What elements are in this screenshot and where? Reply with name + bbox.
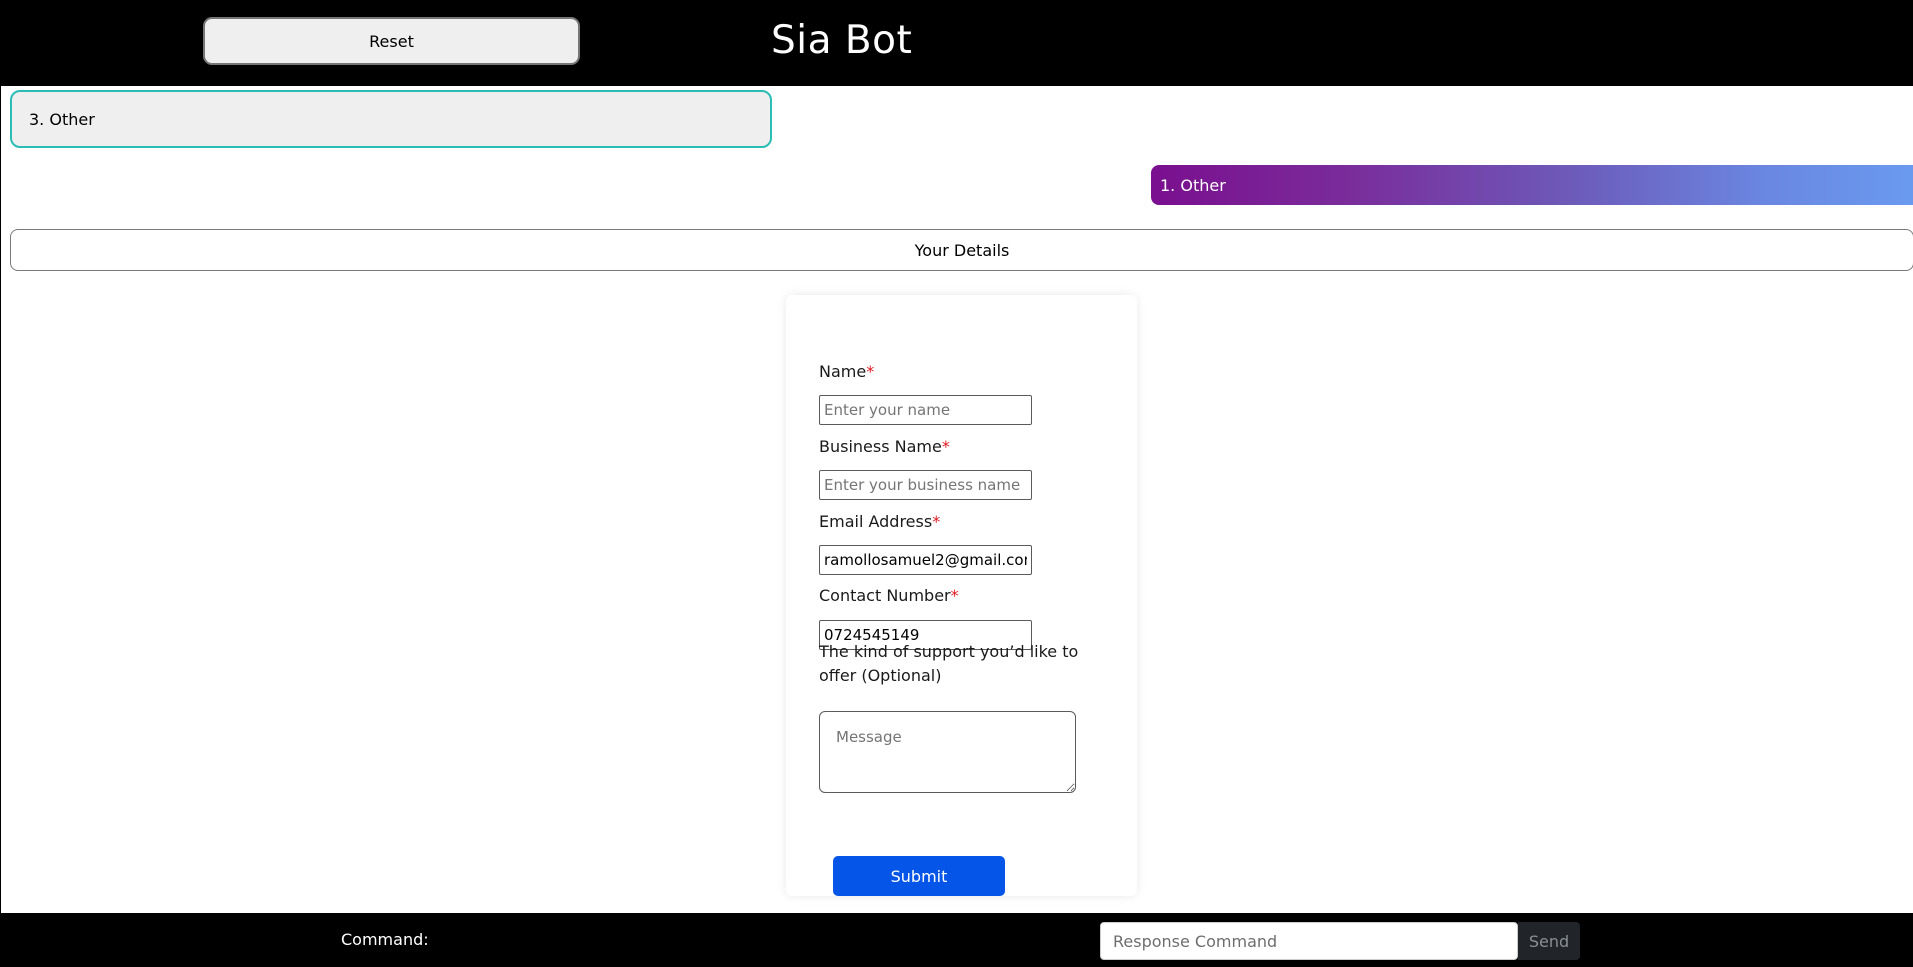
contact-number-label-text: Contact Number bbox=[819, 586, 951, 605]
submit-button[interactable]: Submit bbox=[833, 856, 1005, 896]
support-label: The kind of support you’d like to offer … bbox=[819, 642, 1079, 685]
business-name-input[interactable] bbox=[819, 470, 1032, 500]
name-label-text: Name bbox=[819, 362, 867, 381]
command-bar: Command: Send bbox=[0, 913, 1913, 967]
required-marker: * bbox=[950, 586, 959, 605]
chat-area: 3. Other 1. Other Your Details Name* Bus… bbox=[0, 86, 1913, 913]
bot-option-bubble[interactable]: 3. Other bbox=[10, 90, 772, 148]
section-title: Your Details bbox=[10, 229, 1913, 271]
chat-app: Reset Sia Bot 3. Other 1. Other Your Det… bbox=[0, 0, 1913, 967]
required-marker: * bbox=[932, 512, 941, 531]
business-name-label: Business Name* bbox=[819, 435, 950, 459]
contact-number-label: Contact Number* bbox=[819, 584, 959, 608]
response-command-input[interactable] bbox=[1100, 922, 1518, 960]
required-marker: * bbox=[866, 362, 875, 381]
name-label: Name* bbox=[819, 360, 874, 384]
name-input[interactable] bbox=[819, 395, 1032, 425]
app-title: Sia Bot bbox=[771, 18, 913, 63]
email-label: Email Address* bbox=[819, 510, 940, 534]
command-label: Command: bbox=[341, 930, 429, 949]
email-input[interactable] bbox=[819, 545, 1032, 575]
required-marker: * bbox=[941, 437, 950, 456]
details-form: Name* Business Name* Email Address* Cont… bbox=[786, 295, 1137, 896]
support-message-textarea[interactable] bbox=[819, 711, 1076, 793]
user-reply-bubble: 1. Other bbox=[1151, 165, 1913, 205]
reset-button[interactable]: Reset bbox=[203, 17, 580, 65]
send-button[interactable]: Send bbox=[1518, 922, 1580, 960]
header-bar: Reset Sia Bot bbox=[0, 0, 1913, 86]
email-label-text: Email Address bbox=[819, 512, 933, 531]
business-name-label-text: Business Name bbox=[819, 437, 942, 456]
